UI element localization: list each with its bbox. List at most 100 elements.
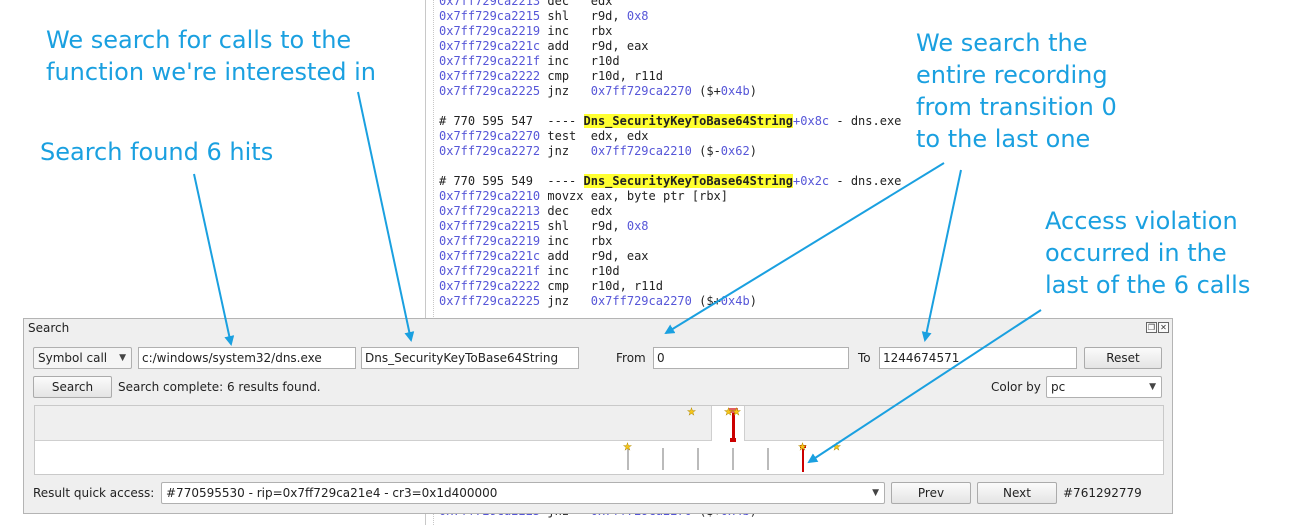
- instruction-operands: rbx: [590, 24, 613, 38]
- instruction-address: 0x7ff729ca221c: [439, 249, 541, 263]
- to-input[interactable]: 1244674571: [879, 347, 1077, 369]
- color-by-select[interactable]: pc ▼: [1046, 376, 1162, 398]
- instruction-mnemonic: shl: [540, 9, 591, 23]
- search-type-value: Symbol call: [38, 351, 108, 365]
- annotation-range: We search the entire recording from tran…: [916, 29, 1117, 153]
- disassembly-lines: 0x7ff729ca2213 dec edx 0x7ff729ca2215 shl…: [439, 0, 901, 309]
- result-quick-access-select[interactable]: #770595530 - rip=0x7ff729ca21e4 - cr3=0x…: [161, 482, 885, 504]
- module-name: - dns.exe: [829, 174, 902, 188]
- instruction-address: 0x7ff729ca2270: [439, 129, 541, 143]
- jump-offset-suffix: ): [749, 84, 757, 98]
- code-line: 0x7ff729ca2219 inc rbx: [439, 234, 901, 249]
- instruction-address: 0x7ff729ca2219: [439, 24, 541, 38]
- symbol-name-input[interactable]: Dns_SecurityKeyToBase64String: [361, 347, 579, 369]
- search-window: Search ❐ ✕ Symbol call ▼ c:/windows/syst…: [23, 318, 1173, 514]
- instruction-operands: eax, byte ptr [rbx]: [590, 189, 729, 203]
- instruction-operands: r9d, eax: [590, 39, 649, 53]
- code-block-header: # 770 595 549 ---- Dns_SecurityKeyToBase…: [439, 174, 901, 189]
- arrow-to-symbol-field: [357, 91, 415, 342]
- instruction-mnemonic: movzx: [540, 189, 591, 203]
- code-line: 0x7ff729ca2272 jnz 0x7ff729ca2210 ($-0x6…: [439, 144, 901, 159]
- annotation-calls: We search for calls to the function we'r…: [46, 26, 376, 86]
- instruction-mnemonic: add: [540, 249, 591, 263]
- timeline-markers[interactable]: ★ ★ ★ ★ ★ ★: [35, 406, 1163, 474]
- to-label: To: [858, 351, 871, 365]
- instruction-address: 0x7ff729ca221f: [439, 264, 541, 278]
- from-input[interactable]: 0: [653, 347, 849, 369]
- instruction-address: 0x7ff729ca2219: [439, 234, 541, 248]
- instruction-address: 0x7ff729ca2272: [439, 144, 541, 158]
- color-by-label: Color by: [991, 380, 1041, 394]
- instruction-operands: r9d,: [590, 9, 627, 23]
- instruction-operands: r10d, r11d: [590, 69, 663, 83]
- code-block-header: # 770 595 547 ---- Dns_SecurityKeyToBase…: [439, 114, 901, 129]
- star-icon: ★: [623, 442, 632, 453]
- immediate-value: 0x7ff729ca2270: [590, 294, 692, 308]
- instruction-operands: edx: [590, 204, 613, 218]
- instruction-address: 0x7ff729ca2210: [439, 189, 541, 203]
- code-line: 0x7ff729ca2222 cmp r10d, r11d: [439, 279, 901, 294]
- chevron-down-icon: ▼: [119, 353, 126, 363]
- instruction-address: 0x7ff729ca2222: [439, 69, 541, 83]
- code-line: 0x7ff729ca221f inc r10d: [439, 264, 901, 279]
- next-target: #761292779: [1063, 486, 1142, 500]
- binary-path-input[interactable]: c:/windows/system32/dns.exe: [138, 347, 356, 369]
- reset-button[interactable]: Reset: [1084, 347, 1162, 369]
- module-name: - dns.exe: [829, 114, 902, 128]
- instruction-address: 0x7ff729ca2213: [439, 204, 541, 218]
- instruction-operands: edx: [590, 0, 613, 8]
- search-window-title: Search: [28, 321, 70, 335]
- code-line: 0x7ff729ca2222 cmp r10d, r11d: [439, 69, 901, 84]
- next-button[interactable]: Next: [977, 482, 1057, 504]
- results-timeline[interactable]: ★ ★ ★ ★ ★ ★: [34, 405, 1164, 475]
- instruction-address: 0x7ff729ca2215: [439, 9, 541, 23]
- instruction-mnemonic: add: [540, 39, 591, 53]
- from-label: From: [616, 351, 646, 365]
- transition-number: # 770 595 547 ----: [439, 114, 584, 128]
- jump-offset-suffix: ): [749, 294, 757, 308]
- code-line: 0x7ff729ca2215 shl r9d, 0x8: [439, 219, 901, 234]
- search-button[interactable]: Search: [33, 376, 112, 398]
- code-line: 0x7ff729ca2213 dec edx: [439, 0, 901, 9]
- star-icon: ★: [832, 442, 841, 453]
- result-quick-access-label: Result quick access:: [33, 486, 155, 500]
- instruction-address: 0x7ff729ca2225: [439, 84, 541, 98]
- immediate-value: 0x7ff729ca2270: [590, 84, 692, 98]
- code-line: 0x7ff729ca2225 jnz 0x7ff729ca2270 ($+0x4…: [439, 294, 901, 309]
- instruction-address: 0x7ff729ca221c: [439, 39, 541, 53]
- instruction-mnemonic: inc: [540, 54, 591, 68]
- close-icon[interactable]: ✕: [1158, 322, 1169, 333]
- instruction-mnemonic: inc: [540, 234, 591, 248]
- window-buttons: ❐ ✕: [1146, 322, 1169, 333]
- instruction-operands: rbx: [590, 234, 613, 248]
- symbol-highlight: Dns_SecurityKeyToBase64String: [583, 174, 794, 188]
- star-icon: ★: [732, 407, 741, 418]
- symbol-highlight: Dns_SecurityKeyToBase64String: [583, 114, 794, 128]
- code-line: 0x7ff729ca221f inc r10d: [439, 54, 901, 69]
- instruction-mnemonic: test: [540, 129, 591, 143]
- instruction-address: 0x7ff729ca2215: [439, 219, 541, 233]
- instruction-address: 0x7ff729ca2213: [439, 0, 541, 8]
- jump-offset: 0x4b: [720, 294, 750, 308]
- instruction-mnemonic: jnz: [540, 84, 591, 98]
- instruction-mnemonic: jnz: [540, 144, 591, 158]
- code-line: 0x7ff729ca2270 test edx, edx: [439, 129, 901, 144]
- jump-offset-prefix: ($+: [691, 294, 721, 308]
- restore-icon[interactable]: ❐: [1146, 322, 1157, 333]
- instruction-operands: edx, edx: [590, 129, 649, 143]
- star-icon: ★: [798, 442, 807, 453]
- instruction-mnemonic: inc: [540, 24, 591, 38]
- code-line: 0x7ff729ca2210 movzx eax, byte ptr [rbx]: [439, 189, 901, 204]
- result-ticks: [627, 445, 806, 472]
- jump-offset-prefix: ($+: [691, 84, 721, 98]
- search-type-select[interactable]: Symbol call ▼: [33, 347, 132, 369]
- instruction-mnemonic: jnz: [540, 294, 591, 308]
- prev-button[interactable]: Prev: [891, 482, 971, 504]
- instruction-address: 0x7ff729ca221f: [439, 54, 541, 68]
- immediate-value: 0x8: [626, 9, 649, 23]
- code-line: 0x7ff729ca2225 jnz 0x7ff729ca2270 ($+0x4…: [439, 84, 901, 99]
- instruction-mnemonic: shl: [540, 219, 591, 233]
- immediate-value: 0x8: [626, 219, 649, 233]
